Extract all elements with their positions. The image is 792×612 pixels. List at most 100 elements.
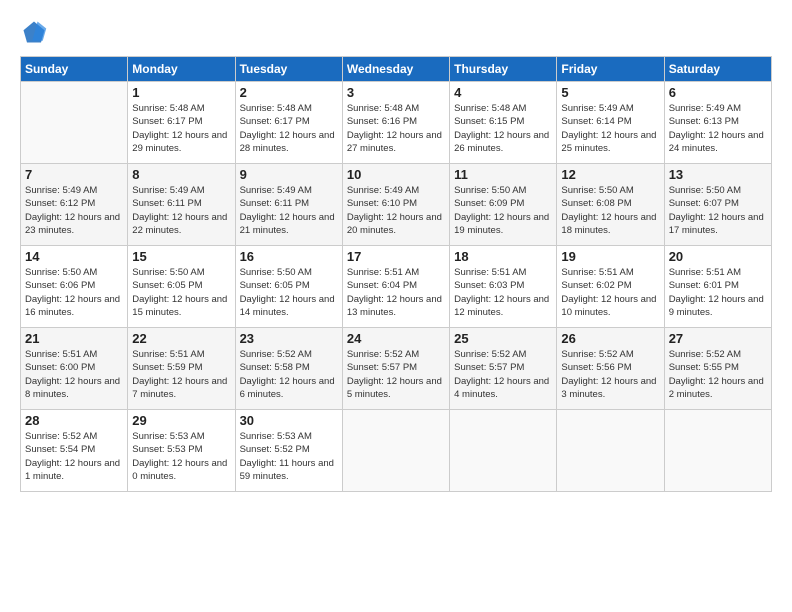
calendar-cell: 18 Sunrise: 5:51 AMSunset: 6:03 PMDaylig… <box>450 246 557 328</box>
day-number: 14 <box>25 249 123 264</box>
calendar-cell: 23 Sunrise: 5:52 AMSunset: 5:58 PMDaylig… <box>235 328 342 410</box>
cell-info: Sunrise: 5:50 AMSunset: 6:07 PMDaylight:… <box>669 184 767 237</box>
calendar-cell: 27 Sunrise: 5:52 AMSunset: 5:55 PMDaylig… <box>664 328 771 410</box>
calendar-cell: 9 Sunrise: 5:49 AMSunset: 6:11 PMDayligh… <box>235 164 342 246</box>
day-number: 3 <box>347 85 445 100</box>
logo <box>20 18 50 46</box>
calendar-week-row: 7 Sunrise: 5:49 AMSunset: 6:12 PMDayligh… <box>21 164 772 246</box>
calendar-cell <box>342 410 449 492</box>
calendar-cell: 15 Sunrise: 5:50 AMSunset: 6:05 PMDaylig… <box>128 246 235 328</box>
calendar-cell: 26 Sunrise: 5:52 AMSunset: 5:56 PMDaylig… <box>557 328 664 410</box>
cell-info: Sunrise: 5:52 AMSunset: 5:58 PMDaylight:… <box>240 348 338 401</box>
calendar-cell: 8 Sunrise: 5:49 AMSunset: 6:11 PMDayligh… <box>128 164 235 246</box>
calendar-cell <box>664 410 771 492</box>
cell-info: Sunrise: 5:53 AMSunset: 5:53 PMDaylight:… <box>132 430 230 483</box>
cell-info: Sunrise: 5:48 AMSunset: 6:15 PMDaylight:… <box>454 102 552 155</box>
calendar-cell: 28 Sunrise: 5:52 AMSunset: 5:54 PMDaylig… <box>21 410 128 492</box>
calendar-table: SundayMondayTuesdayWednesdayThursdayFrid… <box>20 56 772 492</box>
calendar-cell: 13 Sunrise: 5:50 AMSunset: 6:07 PMDaylig… <box>664 164 771 246</box>
day-number: 25 <box>454 331 552 346</box>
weekday-header-friday: Friday <box>557 57 664 82</box>
cell-info: Sunrise: 5:49 AMSunset: 6:12 PMDaylight:… <box>25 184 123 237</box>
day-number: 10 <box>347 167 445 182</box>
day-number: 30 <box>240 413 338 428</box>
day-number: 13 <box>669 167 767 182</box>
day-number: 24 <box>347 331 445 346</box>
cell-info: Sunrise: 5:50 AMSunset: 6:08 PMDaylight:… <box>561 184 659 237</box>
cell-info: Sunrise: 5:48 AMSunset: 6:17 PMDaylight:… <box>132 102 230 155</box>
cell-info: Sunrise: 5:51 AMSunset: 6:03 PMDaylight:… <box>454 266 552 319</box>
calendar-cell: 4 Sunrise: 5:48 AMSunset: 6:15 PMDayligh… <box>450 82 557 164</box>
day-number: 11 <box>454 167 552 182</box>
day-number: 6 <box>669 85 767 100</box>
calendar-cell: 30 Sunrise: 5:53 AMSunset: 5:52 PMDaylig… <box>235 410 342 492</box>
calendar-cell <box>450 410 557 492</box>
day-number: 17 <box>347 249 445 264</box>
cell-info: Sunrise: 5:52 AMSunset: 5:54 PMDaylight:… <box>25 430 123 483</box>
cell-info: Sunrise: 5:49 AMSunset: 6:14 PMDaylight:… <box>561 102 659 155</box>
weekday-header-thursday: Thursday <box>450 57 557 82</box>
calendar-cell <box>21 82 128 164</box>
day-number: 8 <box>132 167 230 182</box>
calendar-week-row: 21 Sunrise: 5:51 AMSunset: 6:00 PMDaylig… <box>21 328 772 410</box>
calendar-cell: 16 Sunrise: 5:50 AMSunset: 6:05 PMDaylig… <box>235 246 342 328</box>
calendar-cell <box>557 410 664 492</box>
cell-info: Sunrise: 5:50 AMSunset: 6:05 PMDaylight:… <box>240 266 338 319</box>
calendar-cell: 10 Sunrise: 5:49 AMSunset: 6:10 PMDaylig… <box>342 164 449 246</box>
calendar-cell: 20 Sunrise: 5:51 AMSunset: 6:01 PMDaylig… <box>664 246 771 328</box>
calendar-week-row: 14 Sunrise: 5:50 AMSunset: 6:06 PMDaylig… <box>21 246 772 328</box>
weekday-header-sunday: Sunday <box>21 57 128 82</box>
day-number: 21 <box>25 331 123 346</box>
day-number: 7 <box>25 167 123 182</box>
calendar-cell: 29 Sunrise: 5:53 AMSunset: 5:53 PMDaylig… <box>128 410 235 492</box>
cell-info: Sunrise: 5:51 AMSunset: 6:01 PMDaylight:… <box>669 266 767 319</box>
calendar-week-row: 28 Sunrise: 5:52 AMSunset: 5:54 PMDaylig… <box>21 410 772 492</box>
calendar-cell: 25 Sunrise: 5:52 AMSunset: 5:57 PMDaylig… <box>450 328 557 410</box>
calendar-cell: 21 Sunrise: 5:51 AMSunset: 6:00 PMDaylig… <box>21 328 128 410</box>
cell-info: Sunrise: 5:49 AMSunset: 6:13 PMDaylight:… <box>669 102 767 155</box>
calendar-header-row: SundayMondayTuesdayWednesdayThursdayFrid… <box>21 57 772 82</box>
cell-info: Sunrise: 5:51 AMSunset: 6:00 PMDaylight:… <box>25 348 123 401</box>
cell-info: Sunrise: 5:51 AMSunset: 6:04 PMDaylight:… <box>347 266 445 319</box>
day-number: 26 <box>561 331 659 346</box>
day-number: 29 <box>132 413 230 428</box>
day-number: 1 <box>132 85 230 100</box>
calendar-cell: 12 Sunrise: 5:50 AMSunset: 6:08 PMDaylig… <box>557 164 664 246</box>
cell-info: Sunrise: 5:52 AMSunset: 5:55 PMDaylight:… <box>669 348 767 401</box>
day-number: 15 <box>132 249 230 264</box>
day-number: 19 <box>561 249 659 264</box>
cell-info: Sunrise: 5:49 AMSunset: 6:10 PMDaylight:… <box>347 184 445 237</box>
day-number: 27 <box>669 331 767 346</box>
cell-info: Sunrise: 5:52 AMSunset: 5:57 PMDaylight:… <box>347 348 445 401</box>
day-number: 5 <box>561 85 659 100</box>
header <box>20 18 772 46</box>
calendar-cell: 6 Sunrise: 5:49 AMSunset: 6:13 PMDayligh… <box>664 82 771 164</box>
day-number: 9 <box>240 167 338 182</box>
day-number: 16 <box>240 249 338 264</box>
calendar-cell: 1 Sunrise: 5:48 AMSunset: 6:17 PMDayligh… <box>128 82 235 164</box>
calendar-week-row: 1 Sunrise: 5:48 AMSunset: 6:17 PMDayligh… <box>21 82 772 164</box>
calendar-cell: 5 Sunrise: 5:49 AMSunset: 6:14 PMDayligh… <box>557 82 664 164</box>
page: SundayMondayTuesdayWednesdayThursdayFrid… <box>0 0 792 612</box>
cell-info: Sunrise: 5:53 AMSunset: 5:52 PMDaylight:… <box>240 430 338 483</box>
logo-icon <box>20 18 48 46</box>
calendar-cell: 17 Sunrise: 5:51 AMSunset: 6:04 PMDaylig… <box>342 246 449 328</box>
cell-info: Sunrise: 5:51 AMSunset: 6:02 PMDaylight:… <box>561 266 659 319</box>
cell-info: Sunrise: 5:48 AMSunset: 6:17 PMDaylight:… <box>240 102 338 155</box>
calendar-cell: 19 Sunrise: 5:51 AMSunset: 6:02 PMDaylig… <box>557 246 664 328</box>
cell-info: Sunrise: 5:50 AMSunset: 6:05 PMDaylight:… <box>132 266 230 319</box>
cell-info: Sunrise: 5:51 AMSunset: 5:59 PMDaylight:… <box>132 348 230 401</box>
day-number: 12 <box>561 167 659 182</box>
weekday-header-saturday: Saturday <box>664 57 771 82</box>
calendar-cell: 14 Sunrise: 5:50 AMSunset: 6:06 PMDaylig… <box>21 246 128 328</box>
day-number: 20 <box>669 249 767 264</box>
cell-info: Sunrise: 5:52 AMSunset: 5:56 PMDaylight:… <box>561 348 659 401</box>
weekday-header-wednesday: Wednesday <box>342 57 449 82</box>
cell-info: Sunrise: 5:50 AMSunset: 6:09 PMDaylight:… <box>454 184 552 237</box>
calendar-cell: 22 Sunrise: 5:51 AMSunset: 5:59 PMDaylig… <box>128 328 235 410</box>
day-number: 22 <box>132 331 230 346</box>
day-number: 23 <box>240 331 338 346</box>
cell-info: Sunrise: 5:50 AMSunset: 6:06 PMDaylight:… <box>25 266 123 319</box>
calendar-cell: 3 Sunrise: 5:48 AMSunset: 6:16 PMDayligh… <box>342 82 449 164</box>
calendar-cell: 2 Sunrise: 5:48 AMSunset: 6:17 PMDayligh… <box>235 82 342 164</box>
